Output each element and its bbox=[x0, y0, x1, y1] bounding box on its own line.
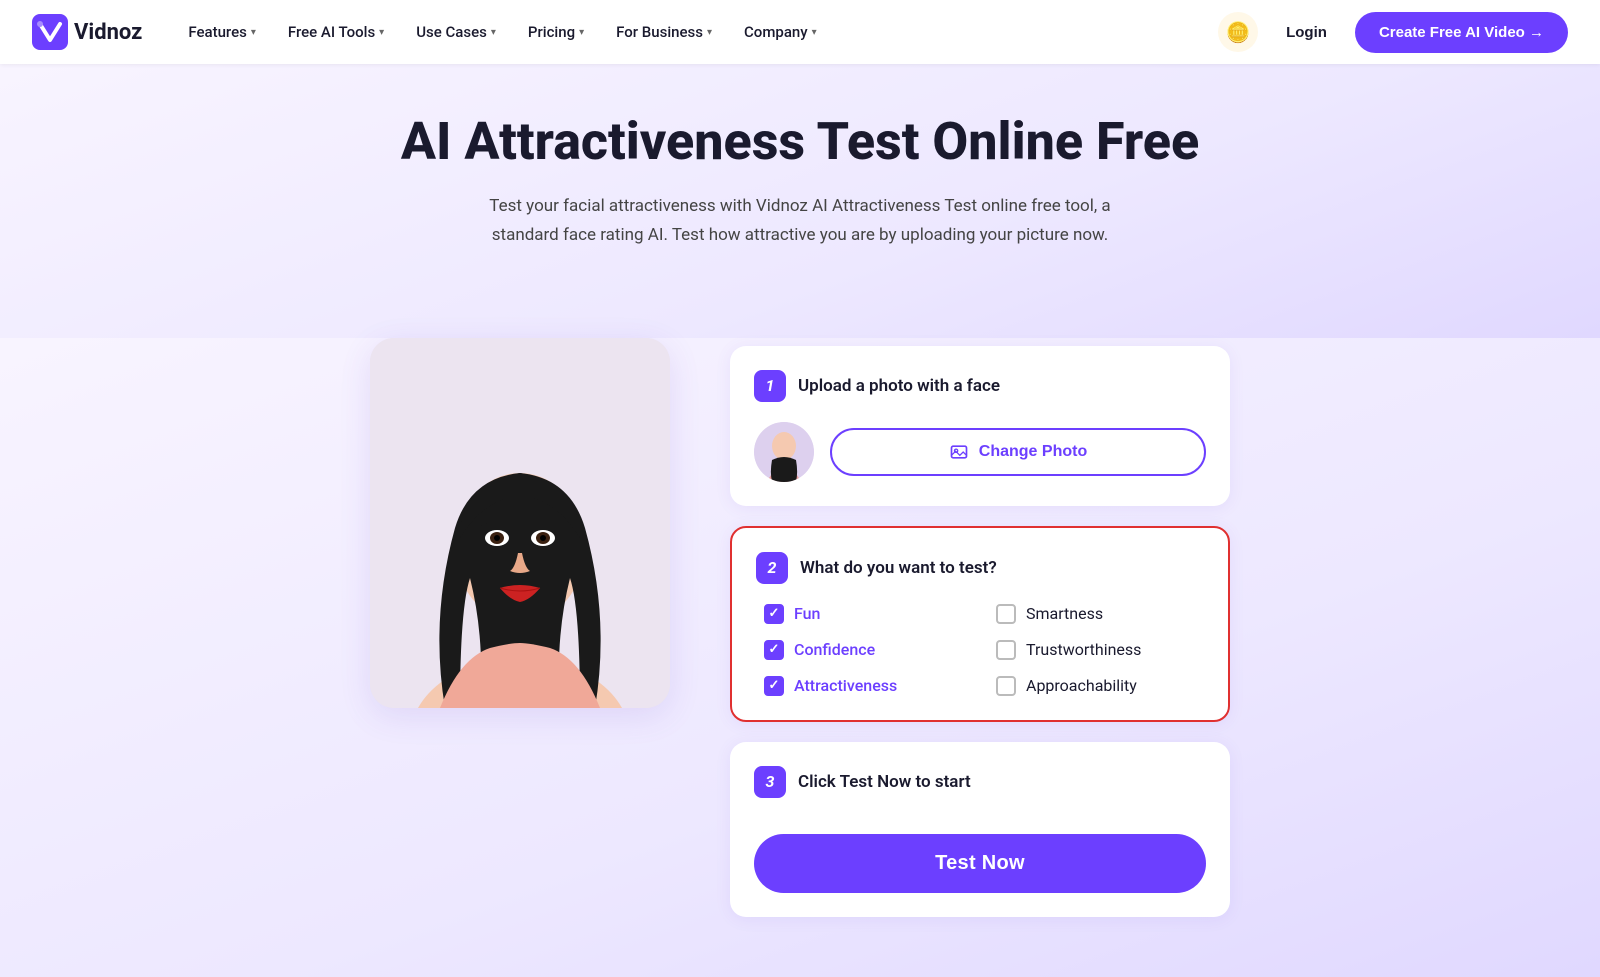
coin-button[interactable]: 🪙 bbox=[1218, 12, 1258, 52]
change-photo-button[interactable]: Change Photo bbox=[830, 428, 1206, 476]
controls-section: 1 Upload a photo with a face bbox=[730, 338, 1230, 917]
checkbox-attractiveness-label: Attractiveness bbox=[794, 676, 897, 695]
nav-menu: Features ▾ Free AI Tools ▾ Use Cases ▾ P… bbox=[174, 15, 1210, 49]
step1-title: Upload a photo with a face bbox=[798, 376, 1000, 396]
step2-title: What do you want to test? bbox=[800, 558, 997, 578]
page-title: AI Attractiveness Test Online Free bbox=[0, 112, 1600, 172]
hero-section: AI Attractiveness Test Online Free Test … bbox=[0, 64, 1600, 338]
checkbox-fun-box[interactable]: ✓ bbox=[764, 604, 784, 624]
create-free-ai-video-button[interactable]: Create Free AI Video → bbox=[1355, 12, 1568, 53]
checkmark-icon: ✓ bbox=[769, 606, 780, 621]
checkbox-smartness-label: Smartness bbox=[1026, 604, 1103, 623]
checkbox-trustworthiness-box[interactable] bbox=[996, 640, 1016, 660]
checkbox-confidence[interactable]: ✓ Confidence bbox=[764, 640, 972, 660]
checkmark-icon: ✓ bbox=[769, 642, 780, 657]
nav-company[interactable]: Company ▾ bbox=[730, 15, 831, 49]
nav-right: 🪙 Login Create Free AI Video → bbox=[1218, 12, 1568, 53]
checkbox-smartness-box[interactable] bbox=[996, 604, 1016, 624]
image-icon bbox=[949, 442, 969, 462]
step3-badge: 3 bbox=[754, 766, 786, 798]
woman-photo bbox=[370, 338, 670, 708]
checkbox-grid: ✓ Fun Smartness ✓ Confidence bbox=[756, 604, 1204, 696]
checkbox-confidence-box[interactable]: ✓ bbox=[764, 640, 784, 660]
step3-header: 3 Click Test Now to start bbox=[754, 766, 1206, 798]
nav-features[interactable]: Features ▾ bbox=[174, 15, 270, 49]
checkbox-approachability[interactable]: Approachability bbox=[996, 676, 1204, 696]
upload-row: Change Photo bbox=[754, 422, 1206, 482]
chevron-down-icon: ▾ bbox=[579, 27, 584, 38]
nav-use-cases[interactable]: Use Cases ▾ bbox=[402, 15, 510, 49]
checkbox-attractiveness-box[interactable]: ✓ bbox=[764, 676, 784, 696]
login-button[interactable]: Login bbox=[1274, 16, 1339, 49]
checkmark-icon: ✓ bbox=[769, 678, 780, 693]
step1-badge: 1 bbox=[754, 370, 786, 402]
nav-free-ai-tools[interactable]: Free AI Tools ▾ bbox=[274, 15, 398, 49]
nav-pricing[interactable]: Pricing ▾ bbox=[514, 15, 598, 49]
step3-card: 3 Click Test Now to start Test Now bbox=[730, 742, 1230, 917]
chevron-down-icon: ▾ bbox=[707, 27, 712, 38]
checkbox-confidence-label: Confidence bbox=[794, 640, 875, 659]
photo-section bbox=[370, 338, 670, 708]
logo-text: Vidnoz bbox=[74, 20, 142, 45]
photo-frame bbox=[370, 338, 670, 708]
logo[interactable]: Vidnoz bbox=[32, 14, 142, 50]
face-thumbnail bbox=[754, 422, 814, 482]
checkbox-smartness[interactable]: Smartness bbox=[996, 604, 1204, 624]
checkbox-fun-label: Fun bbox=[794, 604, 820, 623]
step2-card: 2 What do you want to test? ✓ Fun Smartn… bbox=[730, 526, 1230, 722]
chevron-down-icon: ▾ bbox=[251, 27, 256, 38]
step1-header: 1 Upload a photo with a face bbox=[754, 370, 1206, 402]
checkbox-fun[interactable]: ✓ Fun bbox=[764, 604, 972, 624]
test-now-button[interactable]: Test Now bbox=[754, 834, 1206, 893]
checkbox-trustworthiness[interactable]: Trustworthiness bbox=[996, 640, 1204, 660]
navbar: Vidnoz Features ▾ Free AI Tools ▾ Use Ca… bbox=[0, 0, 1600, 64]
checkbox-attractiveness[interactable]: ✓ Attractiveness bbox=[764, 676, 972, 696]
checkbox-approachability-box[interactable] bbox=[996, 676, 1016, 696]
step1-card: 1 Upload a photo with a face bbox=[730, 346, 1230, 506]
hero-subtitle: Test your facial attractiveness with Vid… bbox=[460, 192, 1140, 250]
chevron-down-icon: ▾ bbox=[491, 27, 496, 38]
step3-title: Click Test Now to start bbox=[798, 772, 971, 792]
checkbox-trustworthiness-label: Trustworthiness bbox=[1026, 640, 1141, 659]
step2-header: 2 What do you want to test? bbox=[756, 552, 1204, 584]
chevron-down-icon: ▾ bbox=[379, 27, 384, 38]
nav-for-business[interactable]: For Business ▾ bbox=[602, 15, 726, 49]
checkbox-approachability-label: Approachability bbox=[1026, 676, 1137, 695]
step2-badge: 2 bbox=[756, 552, 788, 584]
chevron-down-icon: ▾ bbox=[812, 27, 817, 38]
